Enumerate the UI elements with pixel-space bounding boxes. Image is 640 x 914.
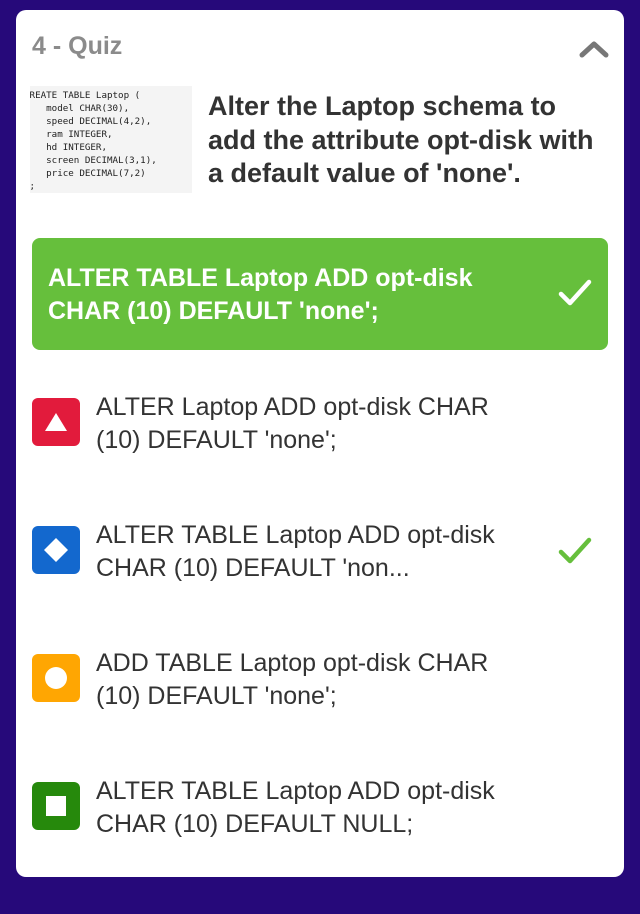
diamond-icon [44, 538, 68, 562]
option-2-text: ALTER TABLE Laptop ADD opt-disk CHAR (10… [96, 521, 495, 582]
answer-option-3[interactable]: ADD TABLE Laptop opt-disk CHAR (10) DEFA… [32, 644, 608, 724]
quiz-header: 4 - Quiz [16, 10, 624, 86]
option-3-text: ADD TABLE Laptop opt-disk CHAR (10) DEFA… [96, 649, 489, 710]
answer-option-4[interactable]: ALTER TABLE Laptop ADD opt-disk CHAR (10… [32, 772, 608, 852]
triangle-icon [45, 413, 67, 431]
correct-answer-text: ALTER TABLE Laptop ADD opt-disk CHAR (10… [48, 264, 473, 325]
option-3-badge [32, 654, 80, 702]
square-icon [46, 796, 66, 816]
check-icon [558, 279, 592, 306]
question-text: Alter the Laptop schema to add the attri… [208, 91, 594, 188]
option-4-text: ALTER TABLE Laptop ADD opt-disk CHAR (10… [96, 777, 495, 838]
circle-icon [45, 667, 67, 689]
option-4-badge [32, 782, 80, 830]
answer-option-1[interactable]: ALTER Laptop ADD opt-disk CHAR (10) DEFA… [32, 388, 608, 468]
chevron-up-icon [579, 41, 609, 58]
question-code: CREATE TABLE Laptop ( model CHAR(30), sp… [30, 90, 157, 192]
option-2-badge [32, 526, 80, 574]
answer-option-2[interactable]: ALTER TABLE Laptop ADD opt-disk CHAR (10… [32, 516, 608, 596]
option-1-text: ALTER Laptop ADD opt-disk CHAR (10) DEFA… [96, 393, 489, 454]
question-code-image: CREATE TABLE Laptop ( model CHAR(30), sp… [30, 86, 192, 193]
quiz-card: 4 - Quiz CREATE TABLE Laptop ( model CHA… [16, 10, 624, 877]
collapse-button[interactable] [576, 34, 612, 64]
option-1-badge [32, 398, 80, 446]
quiz-title: 4 - Quiz [32, 32, 123, 60]
correct-answer-box: ALTER TABLE Laptop ADD opt-disk CHAR (10… [32, 238, 608, 350]
check-icon [558, 537, 592, 564]
